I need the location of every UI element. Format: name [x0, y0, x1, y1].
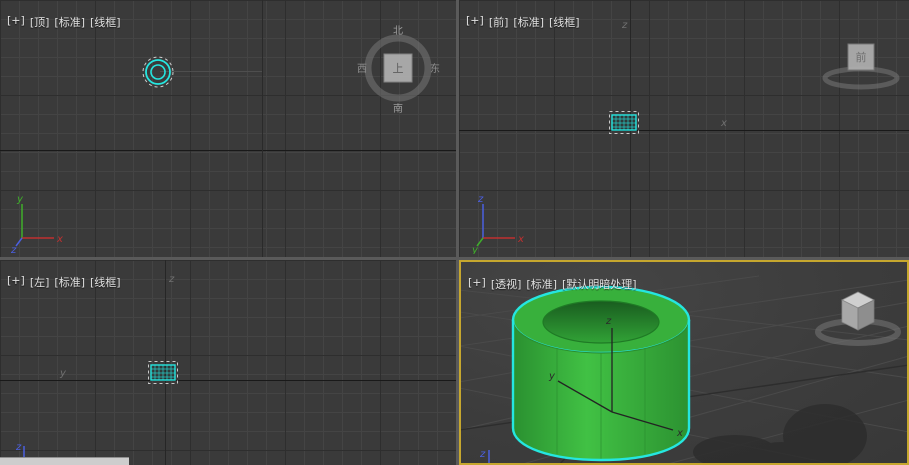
- world-y-axis-line: [0, 380, 456, 381]
- tripod-x-label: x: [517, 234, 524, 245]
- tube-inner-edge: [151, 65, 165, 79]
- selection-bracket-circle: [143, 57, 173, 87]
- viewport-name-menu[interactable]: [左]: [30, 274, 50, 290]
- compass-west-label[interactable]: 西: [357, 64, 367, 75]
- viewport-renderer-menu[interactable]: [标准]: [513, 14, 544, 30]
- viewport-menu-button[interactable]: [+]: [466, 14, 484, 30]
- viewport-top[interactable]: [+] [顶] [标准] [线框] 上 北 南 西 东 y: [0, 0, 456, 257]
- viewport-top-label-bar: [+] [顶] [标准] [线框]: [7, 14, 121, 30]
- viewport-name-menu[interactable]: [前]: [489, 14, 509, 30]
- pivot-z-label: z: [605, 316, 612, 327]
- selected-tube-3d[interactable]: [513, 287, 689, 460]
- viewport-front-label-bar: [+] [前] [标准] [线框]: [466, 14, 580, 30]
- viewport-menu-button[interactable]: [+]: [7, 274, 25, 290]
- axis-tripod-top: y x z: [10, 192, 70, 254]
- compass-south-label[interactable]: 南: [393, 102, 403, 114]
- tripod-y-label: y: [471, 245, 479, 254]
- viewcube-top[interactable]: 上 北 南 西 东: [352, 22, 444, 114]
- world-y-axis-line: [262, 0, 263, 257]
- viewcube-front[interactable]: 前: [811, 30, 909, 96]
- axis-z-tag: z: [622, 20, 627, 31]
- pivot-y-label: y: [548, 371, 556, 382]
- selected-tube-front-view[interactable]: [608, 110, 640, 136]
- viewport-shading-menu[interactable]: [线框]: [549, 14, 580, 30]
- viewcube-face-label: 前: [856, 50, 867, 64]
- pivot-x-label: x: [676, 428, 683, 439]
- world-x-axis-line: [459, 130, 909, 131]
- viewport-renderer-menu[interactable]: [标准]: [54, 14, 85, 30]
- viewport-menu-button[interactable]: [+]: [468, 276, 486, 292]
- viewport-left[interactable]: [+] [左] [标准] [线框] y z 左 z: [0, 260, 456, 465]
- tripod-x-label: x: [56, 234, 63, 245]
- viewcube-compass-ring[interactable]: [825, 69, 897, 87]
- viewport-name-menu[interactable]: [顶]: [30, 14, 50, 30]
- viewport-renderer-menu[interactable]: [标准]: [526, 276, 557, 292]
- viewport-shading-menu[interactable]: [线框]: [90, 274, 121, 290]
- axis-x-tag: x: [721, 118, 727, 129]
- viewcube-perspective[interactable]: [818, 292, 898, 343]
- viewport-front[interactable]: [+] [前] [标准] [线框] x z 前 z x y: [459, 0, 909, 257]
- viewport-perspective-active[interactable]: [+] [透视] [标准] [默认明暗处理]: [459, 260, 909, 465]
- axis-tripod-perspective: z: [479, 449, 489, 465]
- compass-north-label[interactable]: 北: [393, 25, 403, 37]
- tube-hole: [543, 301, 659, 343]
- viewport-menu-button[interactable]: [+]: [7, 14, 25, 30]
- viewport-quad-layout: [+] [顶] [标准] [线框] 上 北 南 西 东 y: [0, 0, 909, 465]
- tube-outer-edge: [146, 60, 170, 84]
- viewport-renderer-menu[interactable]: [标准]: [54, 274, 85, 290]
- viewport-left-label-bar: [+] [左] [标准] [线框]: [7, 274, 121, 290]
- selected-tube-top-view[interactable]: [136, 50, 180, 94]
- selected-tube-left-view[interactable]: [147, 360, 179, 386]
- compass-east-label[interactable]: 东: [430, 62, 440, 75]
- tripod-z-label: z: [477, 194, 484, 205]
- axis-tripod-front: z x y: [471, 192, 531, 254]
- maxscript-mini-listener-edge[interactable]: [0, 457, 129, 465]
- tripod-y-label: y: [16, 194, 24, 205]
- world-x-axis-line: [0, 150, 456, 151]
- tripod-z-label: z: [10, 245, 17, 254]
- viewcube-face-label: 上: [393, 62, 404, 75]
- axis-y-tag: y: [60, 368, 66, 379]
- tripod-z-label: z: [15, 442, 22, 453]
- viewport-shading-menu[interactable]: [线框]: [90, 14, 121, 30]
- viewport-perspective-label-bar: [+] [透视] [标准] [默认明暗处理]: [468, 276, 637, 292]
- axis-z-tag: z: [169, 274, 174, 285]
- viewport-shading-menu[interactable]: [默认明暗处理]: [562, 276, 637, 292]
- viewport-name-menu[interactable]: [透视]: [491, 276, 522, 292]
- tripod-z-label: z: [479, 449, 486, 460]
